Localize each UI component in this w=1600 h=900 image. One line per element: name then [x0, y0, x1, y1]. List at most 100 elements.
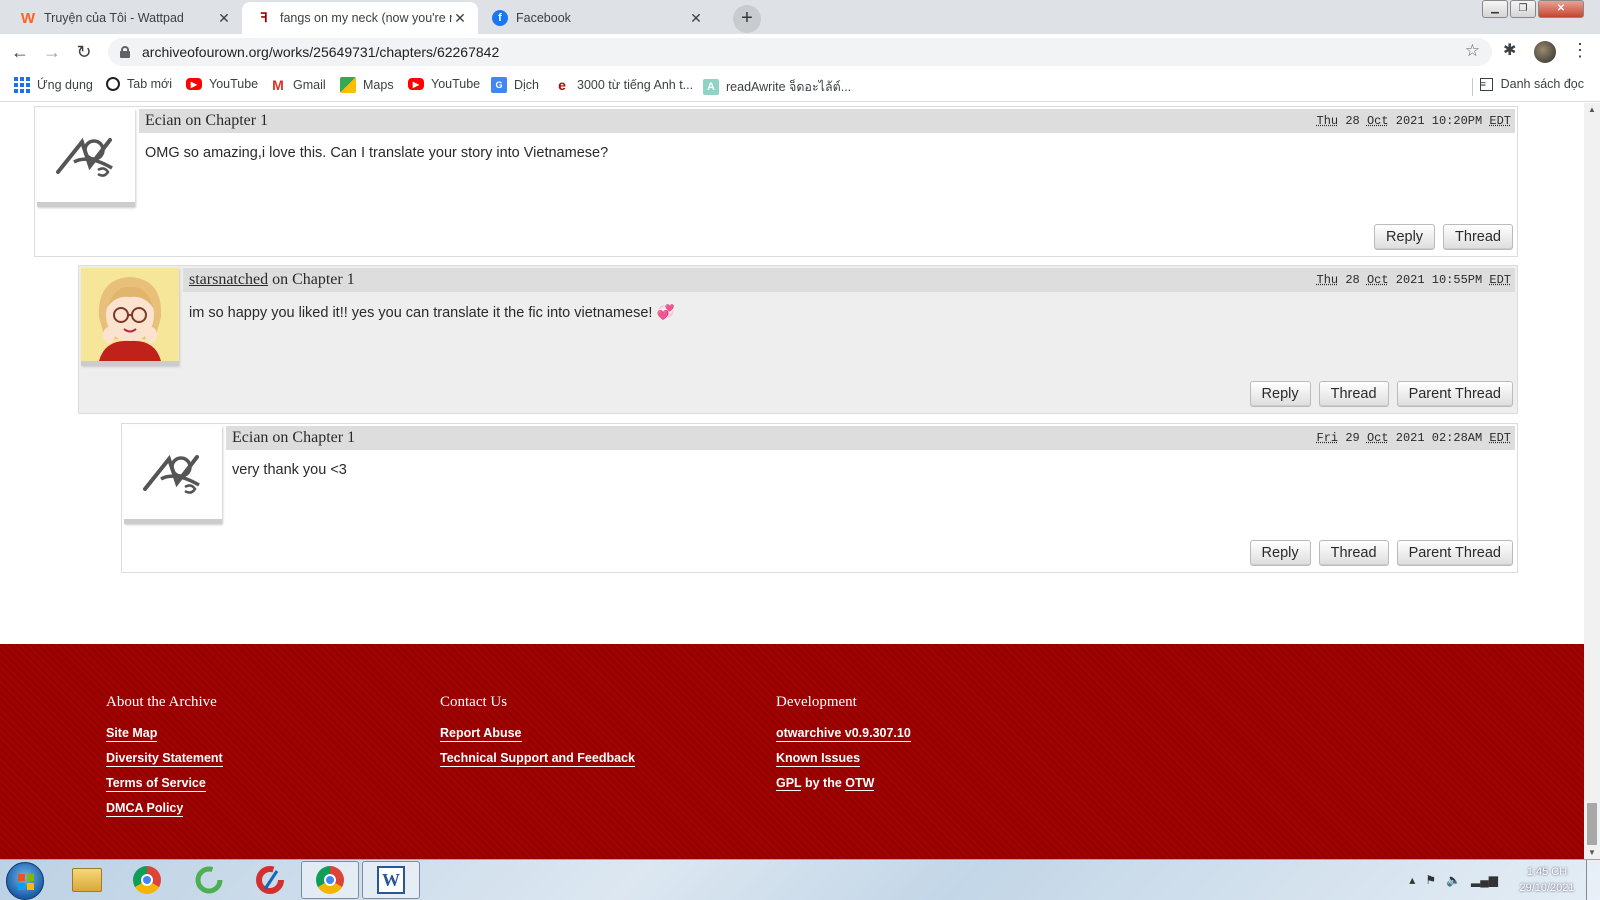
footer-link-report-abuse[interactable]: Report Abuse — [440, 725, 522, 742]
reload-icon[interactable]: ↻ — [72, 40, 96, 64]
close-icon[interactable]: ✕ — [688, 10, 704, 27]
taskbar-word[interactable]: W — [362, 861, 420, 899]
youtube-icon: ▶ — [186, 78, 202, 90]
thread-button[interactable]: Thread — [1318, 540, 1389, 566]
bookmark-label: YouTube — [431, 77, 481, 91]
show-hidden-icons-arrow-icon[interactable]: ▴ — [1409, 873, 1415, 887]
parent-thread-button[interactable]: Parent Thread — [1396, 540, 1513, 566]
menu-dots-icon[interactable]: ⋮ — [1571, 40, 1589, 61]
word-icon: W — [377, 866, 405, 894]
footer-link-diversity-statement[interactable]: Diversity Statement — [106, 750, 223, 767]
footer-link-otw[interactable]: OTW — [845, 776, 875, 791]
date-month: Oct — [1366, 431, 1389, 445]
scrollbar-thumb[interactable] — [1587, 803, 1597, 845]
close-window-button[interactable]: ✕ — [1538, 0, 1584, 18]
network-signal-icon[interactable]: ▂▄▆ — [1471, 873, 1498, 887]
close-icon[interactable]: ✕ — [452, 10, 468, 27]
date-month: Oct — [1366, 114, 1389, 128]
action-center-flag-icon[interactable]: ⚑ — [1425, 873, 1436, 887]
thread-button[interactable]: Thread — [1318, 381, 1389, 407]
volume-icon[interactable]: 🔈 — [1446, 873, 1461, 887]
bookmark-label: 3000 từ tiếng Anh t... — [577, 78, 694, 92]
comment-date: Thu 28 Oct 2021 10:20PM EDT — [1317, 114, 1511, 128]
extensions-puzzle-icon[interactable]: ✱ — [1503, 40, 1516, 60]
comment: starsnatched on Chapter 1 Thu 28 Oct 202… — [78, 265, 1518, 414]
tab-facebook[interactable]: f Facebook ✕ — [478, 2, 714, 34]
ao3-icon: ꟻ — [260, 10, 268, 25]
comment-chapter: on Chapter 1 — [185, 112, 269, 129]
page-scrollbar[interactable]: ▲ ▼ — [1584, 103, 1600, 859]
site-footer: About the Archive Site Map Diversity Sta… — [0, 644, 1584, 859]
footer-column-development: Development otwarchive v0.9.307.10 Known… — [776, 694, 911, 791]
bookmark-3000-words[interactable]: e 3000 từ tiếng Anh t... — [554, 77, 693, 93]
bookmark-translate[interactable]: G Dịch — [491, 77, 539, 93]
comment-header: starsnatched on Chapter 1 Thu 28 Oct 202… — [183, 268, 1515, 292]
footer-link-site-map[interactable]: Site Map — [106, 725, 158, 742]
address-bar[interactable]: archiveofourown.org/works/25649731/chapt… — [108, 38, 1492, 66]
comment: Ecian on Chapter 1 Fri 29 Oct 2021 02:28… — [121, 423, 1518, 573]
date-timezone: EDT — [1489, 114, 1511, 128]
thread-button[interactable]: Thread — [1443, 224, 1513, 250]
footer-link-known-issues[interactable]: Known Issues — [776, 750, 861, 767]
default-ao3-avatar — [37, 109, 135, 207]
comment: Ecian on Chapter 1 Thu 28 Oct 2021 10:20… — [34, 106, 1518, 257]
comment-date: Fri 29 Oct 2021 02:28AM EDT — [1317, 431, 1511, 445]
footer-link-otwarchive-version[interactable]: otwarchive v0.9.307.10 — [776, 725, 911, 742]
footer-link-technical-support[interactable]: Technical Support and Feedback — [440, 750, 635, 767]
parent-thread-button[interactable]: Parent Thread — [1396, 381, 1513, 407]
taskbar-chrome-active[interactable] — [301, 861, 359, 899]
url-text: archiveofourown.org/works/25649731/chapt… — [142, 44, 500, 60]
page-content: Ecian on Chapter 1 Thu 28 Oct 2021 10:20… — [0, 103, 1584, 859]
comment-byline: starsnatched on Chapter 1 — [189, 271, 355, 289]
globe-icon — [106, 77, 120, 91]
taskbar-clock[interactable]: 1:45 CH 29/10/2021 — [1508, 864, 1586, 896]
bookmark-new-tab[interactable]: Tab mới — [106, 77, 172, 91]
chrome-icon — [133, 866, 161, 894]
footer-link-gpl[interactable]: GPL — [776, 776, 802, 791]
bookmark-readawrite[interactable]: A readAwrite จ็ดอะไล้ต์... — [703, 77, 851, 97]
bookmarks-divider — [1472, 78, 1473, 96]
profile-avatar[interactable] — [1534, 41, 1556, 63]
taskbar-chrome[interactable] — [118, 861, 176, 899]
wattpad-icon: W — [20, 9, 36, 27]
bookmark-star-icon[interactable]: ☆ — [1465, 41, 1480, 61]
bookmark-label: YouTube — [209, 77, 259, 91]
show-desktop-button[interactable] — [1586, 860, 1600, 900]
bookmark-youtube[interactable]: ▶ YouTube — [408, 77, 480, 91]
comment-byline: Ecian on Chapter 1 — [232, 429, 355, 447]
comment-author-link[interactable]: starsnatched — [189, 271, 268, 288]
bookmark-maps[interactable]: Maps — [340, 77, 394, 93]
tab-wattpad[interactable]: W Truyện của Tôi - Wattpad ✕ — [6, 2, 242, 34]
new-tab-button[interactable]: + — [733, 5, 761, 33]
windows-explorer-icon — [72, 868, 102, 892]
footer-link-dmca-policy[interactable]: DMCA Policy — [106, 800, 184, 817]
start-button[interactable] — [6, 862, 44, 900]
taskbar-ccleaner-green[interactable] — [180, 861, 238, 899]
restore-button[interactable]: ❐ — [1510, 0, 1536, 18]
footer-heading: Contact Us — [440, 694, 508, 710]
reply-button[interactable]: Reply — [1249, 381, 1311, 407]
scroll-up-arrow-icon[interactable]: ▲ — [1588, 105, 1596, 114]
minimize-button[interactable]: ▁ — [1482, 0, 1508, 18]
comment-actions: Reply Thread Parent Thread — [1249, 381, 1513, 407]
gmail-icon: M — [272, 77, 284, 93]
forward-arrow-icon[interactable]: → — [40, 40, 64, 64]
reading-list-button[interactable]: ≡ Danh sách đọc — [1479, 77, 1584, 91]
footer-link-terms-of-service[interactable]: Terms of Service — [106, 775, 206, 792]
reply-button[interactable]: Reply — [1373, 224, 1436, 250]
bookmark-youtube[interactable]: ▶ YouTube — [186, 77, 258, 91]
reading-list-label: Danh sách đọc — [1500, 77, 1584, 91]
clock-date: 29/10/2021 — [1519, 882, 1575, 894]
tab-ao3[interactable]: ꟻ fangs on my neck (now you're m ✕ — [242, 2, 478, 34]
reply-button[interactable]: Reply — [1249, 540, 1311, 566]
maps-icon — [340, 77, 356, 93]
back-arrow-icon[interactable]: ← — [8, 40, 32, 64]
bookmark-gmail[interactable]: M Gmail — [270, 77, 326, 93]
reading-list-icon: ≡ — [1479, 77, 1493, 91]
taskbar-ccleaner[interactable] — [241, 861, 299, 899]
bookmark-apps[interactable]: Ứng dụng — [14, 77, 93, 93]
footer-gpl-line: GPL by the OTW — [776, 775, 911, 791]
taskbar-explorer[interactable] — [58, 861, 116, 899]
scroll-down-arrow-icon[interactable]: ▼ — [1588, 848, 1596, 857]
close-icon[interactable]: ✕ — [216, 10, 232, 27]
